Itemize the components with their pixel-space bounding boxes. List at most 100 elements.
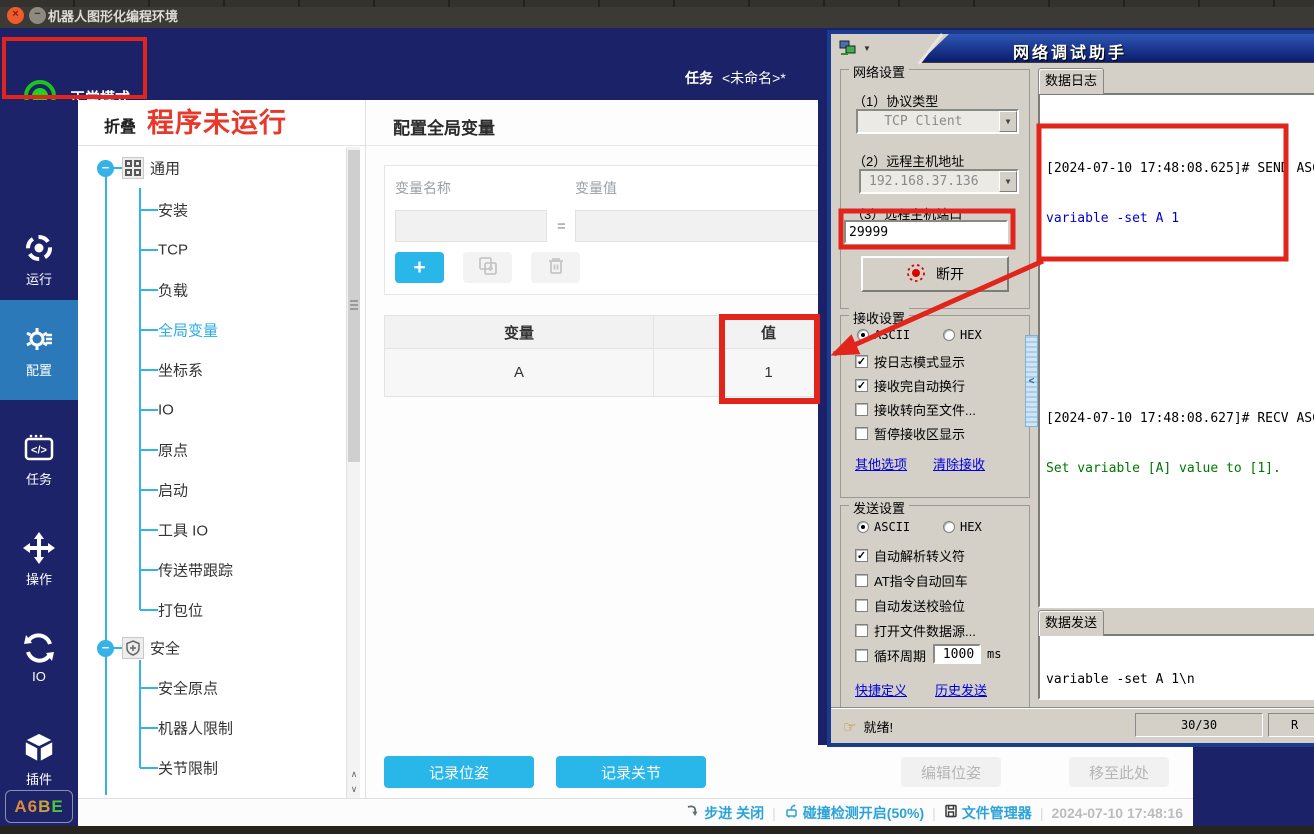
host-select[interactable]: 192.168.37.136 ▼ xyxy=(859,169,1019,194)
table-row[interactable]: A 1 xyxy=(385,348,883,396)
os-titlebar: × − 机器人图形化编程环境 xyxy=(0,0,1314,28)
port-input[interactable] xyxy=(844,220,1008,244)
protocol-value: TCP Client xyxy=(876,114,962,129)
edit-pose-button[interactable]: 编辑位姿 xyxy=(901,757,1001,787)
record-pose-button[interactable]: 记录位姿 xyxy=(384,756,534,788)
chevron-down-icon[interactable]: ▼ xyxy=(999,171,1017,192)
chevron-down-icon[interactable]: ▼ xyxy=(863,44,871,53)
history-send-link[interactable]: 历史发送 xyxy=(935,680,987,699)
tree-item-joint-limits[interactable]: 关节限制 xyxy=(158,758,218,779)
variable-name-input[interactable] xyxy=(395,210,547,242)
checkbox-label: 接收转向至文件... xyxy=(874,400,976,419)
send-settings-group: 发送设置 ASCII HEX ✓自动解析转义符 AT指令自动回车 自动发送校验位… xyxy=(840,505,1030,712)
add-variable-button[interactable]: + xyxy=(395,252,444,283)
tree-collapse-toggle[interactable]: − xyxy=(97,160,114,177)
sidebar-item-operate[interactable]: 操作 xyxy=(0,525,78,609)
disconnect-button[interactable]: 断开 xyxy=(861,256,1009,292)
recv-option-to-file[interactable]: 接收转向至文件... xyxy=(855,400,976,419)
tree-collapse-toggle[interactable]: − xyxy=(97,640,114,657)
recv-hex-radio[interactable]: HEX xyxy=(943,328,982,342)
netassist-title: 网络调试助手 xyxy=(1013,39,1127,63)
tree-line xyxy=(140,489,158,491)
tab-data-log[interactable]: 数据日志 xyxy=(1038,68,1104,94)
tree-item-robot-limits[interactable]: 机器人限制 xyxy=(158,718,233,739)
tree-item-payload[interactable]: 负载 xyxy=(158,280,188,301)
checkbox-checked-icon: ✓ xyxy=(855,355,868,368)
file-manager-button[interactable]: 文件管理器 xyxy=(944,803,1032,823)
collision-detect-label: 碰撞检测开启(50%) xyxy=(803,803,924,823)
delete-variable-button[interactable] xyxy=(531,252,580,283)
send-option-file-source[interactable]: 打开文件数据源... xyxy=(855,621,976,640)
send-option-escape[interactable]: ✓自动解析转义符 xyxy=(855,546,965,565)
tree-group-general[interactable]: 通用 xyxy=(150,158,180,179)
tree-item-pack-position[interactable]: 打包位 xyxy=(158,600,203,621)
move-here-button[interactable]: 移至此处 xyxy=(1069,757,1169,787)
tree-item-install[interactable]: 安装 xyxy=(158,200,188,221)
recv-option-log-mode[interactable]: ✓按日志模式显示 xyxy=(855,352,965,371)
send-hex-radio[interactable]: HEX xyxy=(943,520,982,534)
recv-option-pause-display[interactable]: 暂停接收区显示 xyxy=(855,424,965,443)
trash-icon xyxy=(546,256,566,279)
tree-item-global-variables[interactable]: 全局变量 xyxy=(158,320,218,341)
tree-scrollbar[interactable]: ∧ ∨ xyxy=(346,147,360,798)
sidebar-item-config[interactable]: 配置 xyxy=(0,300,78,400)
minimize-icon[interactable]: − xyxy=(29,7,46,24)
tree-item-safety-home[interactable]: 安全原点 xyxy=(158,678,218,699)
data-log-area[interactable]: [2024-07-10 17:48:08.625]# SEND ASCII> v… xyxy=(1038,93,1314,608)
data-send-area[interactable]: variable -set A 1\n xyxy=(1038,634,1314,700)
sidebar-item-task[interactable]: </> 任务 xyxy=(0,425,78,509)
sidebar-item-io[interactable]: IO xyxy=(0,625,78,709)
protocol-label: （1）协议类型 xyxy=(853,91,938,110)
general-group-icon xyxy=(122,157,144,179)
collapse-button[interactable]: 折叠 xyxy=(104,113,136,137)
log-line: variable -set A 1 xyxy=(1046,209,1314,229)
sidebar-item-label: 运行 xyxy=(0,269,78,288)
cycle-period-input[interactable] xyxy=(933,644,981,664)
file-manager-label: 文件管理器 xyxy=(962,803,1032,823)
panel-collapse-handle[interactable]: < xyxy=(1025,335,1038,427)
tree-header: 折叠 xyxy=(78,100,365,146)
netassist-titlebar[interactable]: ▼ 网络调试助手 xyxy=(831,34,1314,63)
tree-scrollbar-thumb[interactable] xyxy=(348,150,360,462)
recv-option-auto-newline[interactable]: ✓接收完自动换行 xyxy=(855,376,965,395)
collision-detect-toggle[interactable]: 碰撞检测开启(50%) xyxy=(784,803,924,823)
scroll-up-icon[interactable]: ∧ xyxy=(347,769,361,780)
tab-data-send[interactable]: 数据发送 xyxy=(1038,610,1104,636)
radio-label: HEX xyxy=(960,328,982,342)
sidebar-item-run[interactable]: 运行 xyxy=(0,225,78,309)
send-option-cycle[interactable]: 循环周期 xyxy=(855,646,926,665)
protocol-select[interactable]: TCP Client ▼ xyxy=(856,109,1019,134)
network-app-icon xyxy=(839,40,857,61)
sidebar: 运行 配置 </> 任 xyxy=(0,100,78,826)
checkbox-icon xyxy=(855,649,868,662)
tree-item-conveyor-tracking[interactable]: 传送带跟踪 xyxy=(158,560,233,581)
copy-variable-button[interactable] xyxy=(463,252,512,283)
more-options-link[interactable]: 其他选项 xyxy=(855,454,907,473)
quick-define-link[interactable]: 快捷定义 xyxy=(855,680,907,699)
tree-item-coordinate-system[interactable]: 坐标系 xyxy=(158,360,203,381)
checkbox-checked-icon: ✓ xyxy=(855,549,868,562)
send-ascii-radio[interactable]: ASCII xyxy=(857,520,910,534)
checkbox-icon xyxy=(855,427,868,440)
scroll-down-icon[interactable]: ∨ xyxy=(347,784,361,795)
tree-item-startup[interactable]: 启动 xyxy=(158,480,188,501)
clear-receive-link[interactable]: 清除接收 xyxy=(933,454,985,473)
checkbox-icon xyxy=(855,599,868,612)
send-option-at-return[interactable]: AT指令自动回车 xyxy=(855,571,968,590)
tree-line xyxy=(140,409,158,411)
tree-group-safety[interactable]: 安全 xyxy=(150,638,180,659)
tree-item-tool-io[interactable]: 工具 IO xyxy=(158,520,208,541)
tree-item-tcp[interactable]: TCP xyxy=(158,242,188,259)
tree-item-home[interactable]: 原点 xyxy=(158,440,188,461)
recv-ascii-radio[interactable]: ASCII xyxy=(857,328,910,342)
table-header-row: 变量 值 xyxy=(385,316,883,348)
send-option-checksum[interactable]: 自动发送校验位 xyxy=(855,596,965,615)
close-icon[interactable]: × xyxy=(7,7,24,24)
record-joint-button[interactable]: 记录关节 xyxy=(556,756,706,788)
tree-line xyxy=(140,249,158,251)
step-mode-toggle[interactable]: 步进 关闭 xyxy=(686,803,764,823)
chevron-down-icon[interactable]: ▼ xyxy=(999,111,1017,132)
sidebar-item-label: IO xyxy=(0,669,78,684)
tree-item-io[interactable]: IO xyxy=(158,402,174,419)
host-label: （2）远程主机地址 xyxy=(853,151,964,170)
